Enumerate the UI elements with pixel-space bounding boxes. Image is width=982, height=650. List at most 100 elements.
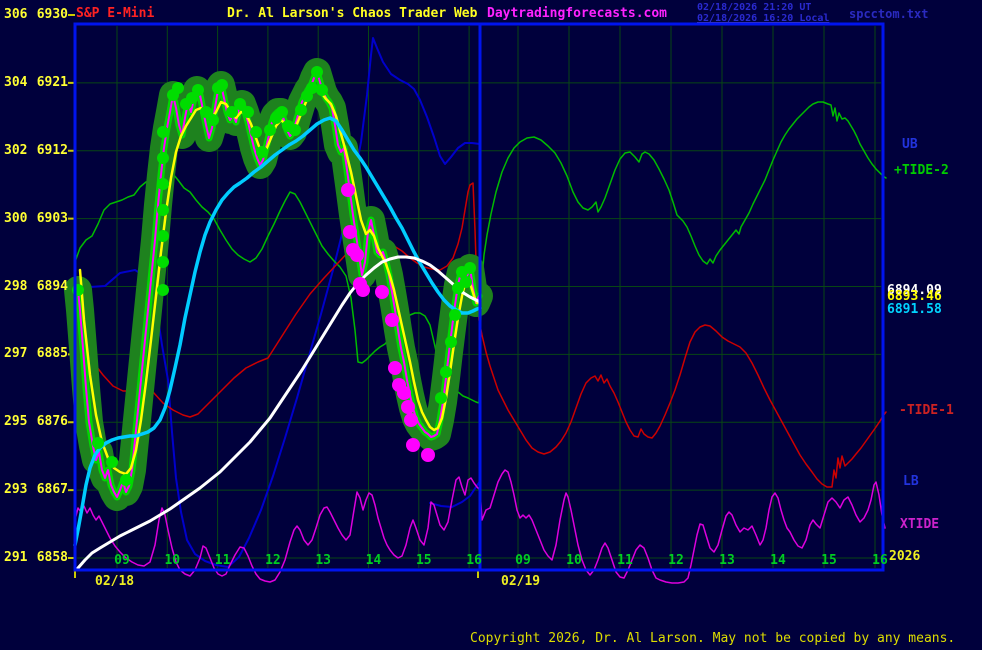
- annotation-tide2: +TIDE-2: [894, 163, 949, 178]
- y-right-scale-value: 6858: [37, 550, 68, 565]
- y-axis-label-6921: 304 6921: [4, 75, 68, 90]
- x-tick-mark: [477, 571, 479, 578]
- hour-label-day1-13: 13: [310, 553, 336, 568]
- y-axis-label-6894: 298 6894: [4, 279, 68, 294]
- session2-date: 02/19: [501, 574, 540, 589]
- y-right-scale-value: 6903: [37, 211, 68, 226]
- y-left-scale-value: 298: [4, 279, 27, 294]
- buy-signal-dot: [464, 262, 476, 274]
- buy-signal-dot: [440, 366, 452, 378]
- buy-signal-dot: [449, 309, 461, 321]
- sell-signal-dot: [385, 313, 399, 327]
- y-right-scale-value: 6894: [37, 279, 68, 294]
- buy-signal-dot: [157, 152, 169, 164]
- annotation-ub: UB: [902, 137, 918, 152]
- hour-label-day2-11: 11: [612, 553, 638, 568]
- buy-signal-dot: [157, 204, 169, 216]
- buy-signal-dot: [316, 84, 328, 96]
- buy-signal-dot: [289, 124, 301, 136]
- buy-signal-dot: [435, 392, 447, 404]
- site-link[interactable]: Daytradingforecasts.com: [487, 6, 667, 21]
- y-left-scale-value: 304: [4, 75, 27, 90]
- sell-signal-dot: [356, 283, 370, 297]
- y-tick-mark: [68, 14, 75, 16]
- data-file-link[interactable]: spcctom.txt: [849, 7, 928, 21]
- sell-signal-dot: [343, 225, 357, 239]
- copyright-notice: Copyright 2026, Dr. Al Larson. May not b…: [470, 631, 955, 646]
- buy-signal-dot: [306, 82, 318, 94]
- buy-signal-dot: [311, 66, 323, 78]
- y-axis-label-6903: 300 6903: [4, 211, 68, 226]
- hour-label-day1-14: 14: [361, 553, 387, 568]
- buy-signal-dot: [445, 336, 457, 348]
- buy-signal-dot: [242, 106, 254, 118]
- hour-label-day2-14: 14: [765, 553, 791, 568]
- y-left-scale-value: 295: [4, 414, 27, 429]
- y-left-scale-value: 291: [4, 550, 27, 565]
- buy-signal-dot: [264, 124, 276, 136]
- page-title: Dr. Al Larson's Chaos Trader Web: [227, 6, 477, 21]
- session1-date: 02/18: [95, 574, 134, 589]
- buy-signal-dot: [157, 230, 169, 242]
- y-left-scale-value: 306: [4, 7, 27, 22]
- buy-signal-dot: [295, 104, 307, 116]
- y-axis-label-6867: 293 6867: [4, 482, 68, 497]
- hour-label-day1-11: 11: [210, 553, 236, 568]
- hour-label-day2-10: 10: [561, 553, 587, 568]
- buy-signal-dot: [276, 106, 288, 118]
- sell-signal-dot: [388, 361, 402, 375]
- annotation-tide1: -TIDE-1: [899, 403, 954, 418]
- y-axis-label-6930: 306 6930: [4, 7, 68, 22]
- sell-signal-dot: [401, 400, 415, 414]
- hour-label-day2-15: 15: [816, 553, 842, 568]
- y-left-scale-value: 302: [4, 143, 27, 158]
- buy-signal-dot: [250, 126, 262, 138]
- buy-signal-dot: [460, 276, 472, 288]
- y-axis-label-6912: 302 6912: [4, 143, 68, 158]
- year-label: 2026: [889, 549, 920, 564]
- hour-label-day2-13: 13: [714, 553, 740, 568]
- sell-signal-dot: [421, 448, 435, 462]
- sell-signal-dot: [341, 183, 355, 197]
- utc-timestamp: 02/18/2026 21:20 UT: [697, 2, 811, 13]
- sell-signal-dot: [350, 248, 364, 262]
- buy-signal-dot: [106, 456, 118, 468]
- buy-signal-dot: [157, 284, 169, 296]
- hour-label-day2-12: 12: [663, 553, 689, 568]
- local-timestamp: 02/18/2026 16:20 Local: [697, 13, 829, 24]
- annotation-xtide: XTIDE: [900, 517, 939, 532]
- y-right-scale-value: 6876: [37, 414, 68, 429]
- hour-label-day1-10: 10: [159, 553, 185, 568]
- y-right-scale-value: 6885: [37, 346, 68, 361]
- y-axis-label-6876: 295 6876: [4, 414, 68, 429]
- buy-signal-dot: [207, 114, 219, 126]
- hour-label-day1-09: 09: [109, 553, 135, 568]
- buy-signal-dot: [157, 126, 169, 138]
- buy-signal-dot: [157, 178, 169, 190]
- hour-label-day1-15: 15: [411, 553, 437, 568]
- hour-label-day1-12: 12: [260, 553, 286, 568]
- hour-label-day2-16: 16: [867, 553, 893, 568]
- symbol-label: S&P E-Mini: [76, 6, 154, 21]
- y-right-scale-value: 6912: [37, 143, 68, 158]
- buy-signal-dot: [120, 474, 132, 486]
- buy-signal-dot: [216, 79, 228, 91]
- y-axis-label-6885: 297 6885: [4, 346, 68, 361]
- hour-label-day2-09: 09: [510, 553, 536, 568]
- y-left-scale-value: 297: [4, 346, 27, 361]
- x-tick-mark: [74, 571, 76, 578]
- y-right-scale-value: 6930: [37, 7, 68, 22]
- chaos-trader-page: S&P E-Mini Dr. Al Larson's Chaos Trader …: [0, 0, 982, 650]
- annotation-689158: 6891.58: [887, 302, 942, 317]
- sell-signal-dot: [375, 285, 389, 299]
- y-left-scale-value: 300: [4, 211, 27, 226]
- annotation-lb: LB: [903, 474, 919, 489]
- sell-signal-dot: [406, 438, 420, 452]
- y-left-scale-value: 293: [4, 482, 27, 497]
- hour-label-day1-16: 16: [461, 553, 487, 568]
- y-axis-label-6858: 291 6858: [4, 550, 68, 565]
- buy-signal-dot: [157, 256, 169, 268]
- y-right-scale-value: 6921: [37, 75, 68, 90]
- y-right-scale-value: 6867: [37, 482, 68, 497]
- buy-signal-dot: [172, 82, 184, 94]
